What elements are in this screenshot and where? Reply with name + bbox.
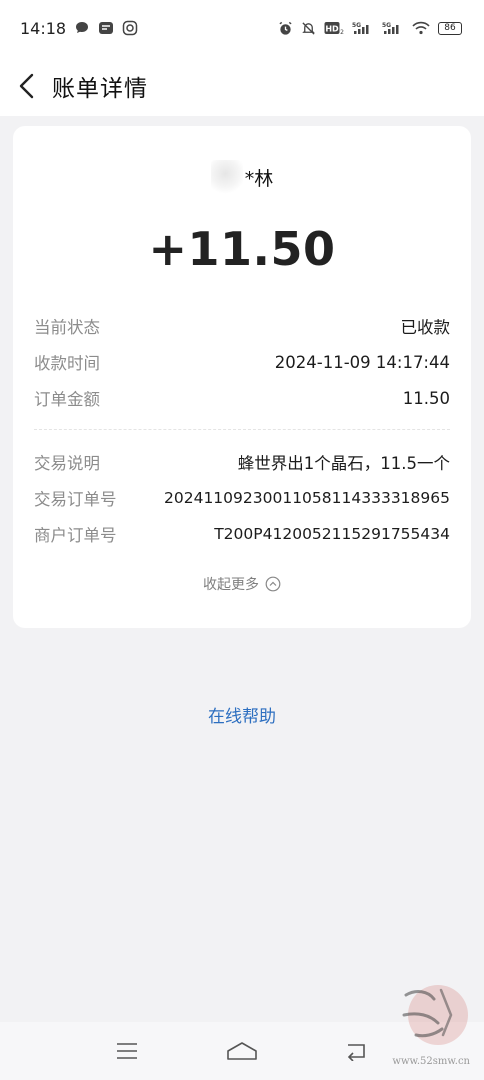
status-bar-right: HD 2 5G 5G 86 (278, 21, 462, 36)
detail-row-merchant-order-id: 商户订单号 T200P4120052115291755434 (34, 520, 450, 548)
svg-text:2: 2 (340, 29, 344, 35)
online-help-link[interactable]: 在线帮助 (0, 702, 484, 727)
detail-label: 订单金额 (34, 390, 100, 409)
menu-button[interactable] (107, 1031, 147, 1071)
home-icon (227, 1042, 257, 1060)
status-bar-left: 14:18 (20, 19, 138, 38)
app-notification-icon (122, 20, 138, 36)
mute-bell-icon (301, 21, 316, 36)
detail-value[interactable]: T200P4120052115291755434 (214, 525, 450, 543)
back-nav-button[interactable] (337, 1031, 377, 1071)
detail-label: 商户订单号 (34, 526, 117, 545)
transaction-amount: +11.50 (148, 222, 336, 276)
detail-value: 11.50 (402, 388, 450, 408)
merchant-info: *林 (13, 160, 471, 194)
site-watermark-logo: www.52smw.cn (386, 975, 476, 1075)
detail-label: 交易说明 (34, 454, 100, 473)
chevron-left-icon (19, 73, 34, 99)
back-button[interactable] (2, 56, 52, 116)
hd-volte-icon: HD 2 (324, 21, 344, 35)
detail-row-transaction-id: 交易订单号 20241109230011058114333318965 (34, 484, 450, 512)
detail-row-order-amount: 订单金额 11.50 (34, 384, 450, 412)
bill-detail-card: *林 +11.50 当前状态 已收款 收款时间 2024-11-09 14:17… (13, 126, 471, 628)
status-time: 14:18 (20, 18, 67, 38)
svg-text:HD: HD (325, 25, 339, 34)
detail-row-time: 收款时间 2024-11-09 14:17:44 (34, 348, 450, 376)
wifi-icon (412, 21, 430, 35)
merchant-name: *林 (244, 167, 274, 190)
detail-label: 交易订单号 (34, 490, 117, 509)
alarm-icon (278, 21, 293, 36)
message-app-icon (98, 20, 114, 36)
detail-value: 2024-11-09 14:17:44 (274, 352, 450, 372)
status-bar: 14:18 HD 2 5G 5G 86 (0, 0, 484, 56)
signal-5g-2-icon: 5G (382, 21, 404, 35)
detail-value[interactable]: 20241109230011058114333318965 (164, 489, 450, 507)
chat-bubble-icon (74, 20, 90, 36)
signal-5g-1-icon: 5G (352, 21, 374, 35)
battery-icon: 86 (438, 21, 462, 35)
watermark-url: www.52smw.cn (392, 1056, 470, 1067)
detail-value: 已收款 (400, 318, 451, 337)
menu-icon (117, 1043, 138, 1059)
svg-text:5G: 5G (352, 22, 361, 29)
detail-row-description: 交易说明 蜂世界出1个晶石，11.5一个 (34, 448, 450, 476)
detail-row-status: 当前状态 已收款 (34, 312, 450, 340)
collapse-label: 收起更多 (203, 577, 259, 593)
app-header: 账单详情 (0, 56, 484, 116)
avatar (210, 160, 243, 194)
divider (34, 429, 450, 430)
watermark-seal-icon (402, 985, 468, 1045)
svg-text:5G: 5G (382, 22, 391, 29)
detail-label: 收款时间 (34, 354, 100, 373)
chevron-up-circle-icon (265, 576, 281, 592)
back-arrow-icon (347, 1044, 365, 1061)
detail-value: 蜂世界出1个晶石，11.5一个 (237, 454, 450, 473)
page-title: 账单详情 (52, 76, 148, 102)
home-button[interactable] (222, 1031, 262, 1071)
collapse-more-button[interactable]: 收起更多 (13, 574, 471, 594)
detail-label: 当前状态 (34, 318, 100, 337)
